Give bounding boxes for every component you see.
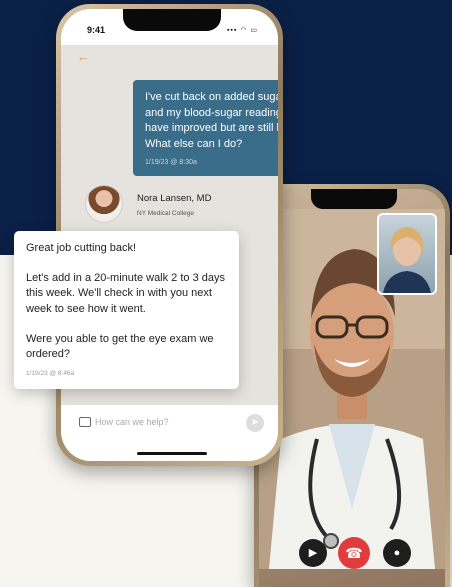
message-input[interactable]: How can we help? bbox=[95, 417, 169, 427]
call-controls: ▶ ☎ ● bbox=[259, 537, 445, 569]
status-time: 9:41 bbox=[87, 25, 106, 35]
microphone-icon: ● bbox=[393, 547, 401, 559]
mute-button[interactable]: ● bbox=[383, 539, 411, 567]
message-composer: How can we help? ➤ bbox=[61, 405, 278, 461]
doctor-organization: NY Medical College bbox=[137, 210, 194, 217]
video-toggle-button[interactable]: ▶ bbox=[299, 539, 327, 567]
patient-video-feed bbox=[383, 227, 431, 293]
patient-message-bubble: I've cut back on added sugars, and my bl… bbox=[133, 80, 278, 176]
video-icon: ▶ bbox=[308, 547, 318, 559]
phone-notch bbox=[311, 189, 397, 209]
phone-notch bbox=[123, 9, 221, 31]
doctor-reply-paragraph-3: Were you able to get the eye exam we ord… bbox=[26, 332, 214, 361]
doctor-reply-bubble: Great job cutting back! Let's add in a 2… bbox=[14, 231, 239, 389]
end-call-button[interactable]: ☎ bbox=[338, 537, 370, 569]
doctor-reply-paragraph-2: Let's add in a 20-minute walk 2 to 3 day… bbox=[26, 272, 225, 315]
end-call-icon: ☎ bbox=[345, 545, 363, 561]
doctor-header: Nora Lansen, MD NY Medical College bbox=[85, 183, 265, 227]
video-call-phone: ▶ ☎ ● bbox=[254, 184, 450, 587]
home-indicator bbox=[137, 452, 207, 455]
doctor-reply-paragraph-1: Great job cutting back! bbox=[26, 242, 137, 254]
video-call-screen: ▶ ☎ ● bbox=[259, 189, 445, 587]
camera-icon[interactable] bbox=[79, 417, 91, 427]
patient-message-timestamp: 1/19/23 @ 8:30a bbox=[145, 158, 197, 166]
status-icons: ▪▪▪ ◠ ▭ bbox=[226, 27, 258, 34]
doctor-avatar bbox=[85, 185, 123, 223]
back-arrow-icon[interactable]: ← bbox=[77, 49, 90, 64]
patient-video-thumbnail[interactable] bbox=[377, 213, 437, 295]
patient-message-text: I've cut back on added sugars, and my bl… bbox=[145, 91, 278, 150]
doctor-name: Nora Lansen, MD bbox=[137, 193, 212, 204]
send-icon[interactable]: ➤ bbox=[246, 414, 264, 432]
doctor-reply-timestamp: 1/19/23 @ 8:46a bbox=[26, 369, 75, 377]
